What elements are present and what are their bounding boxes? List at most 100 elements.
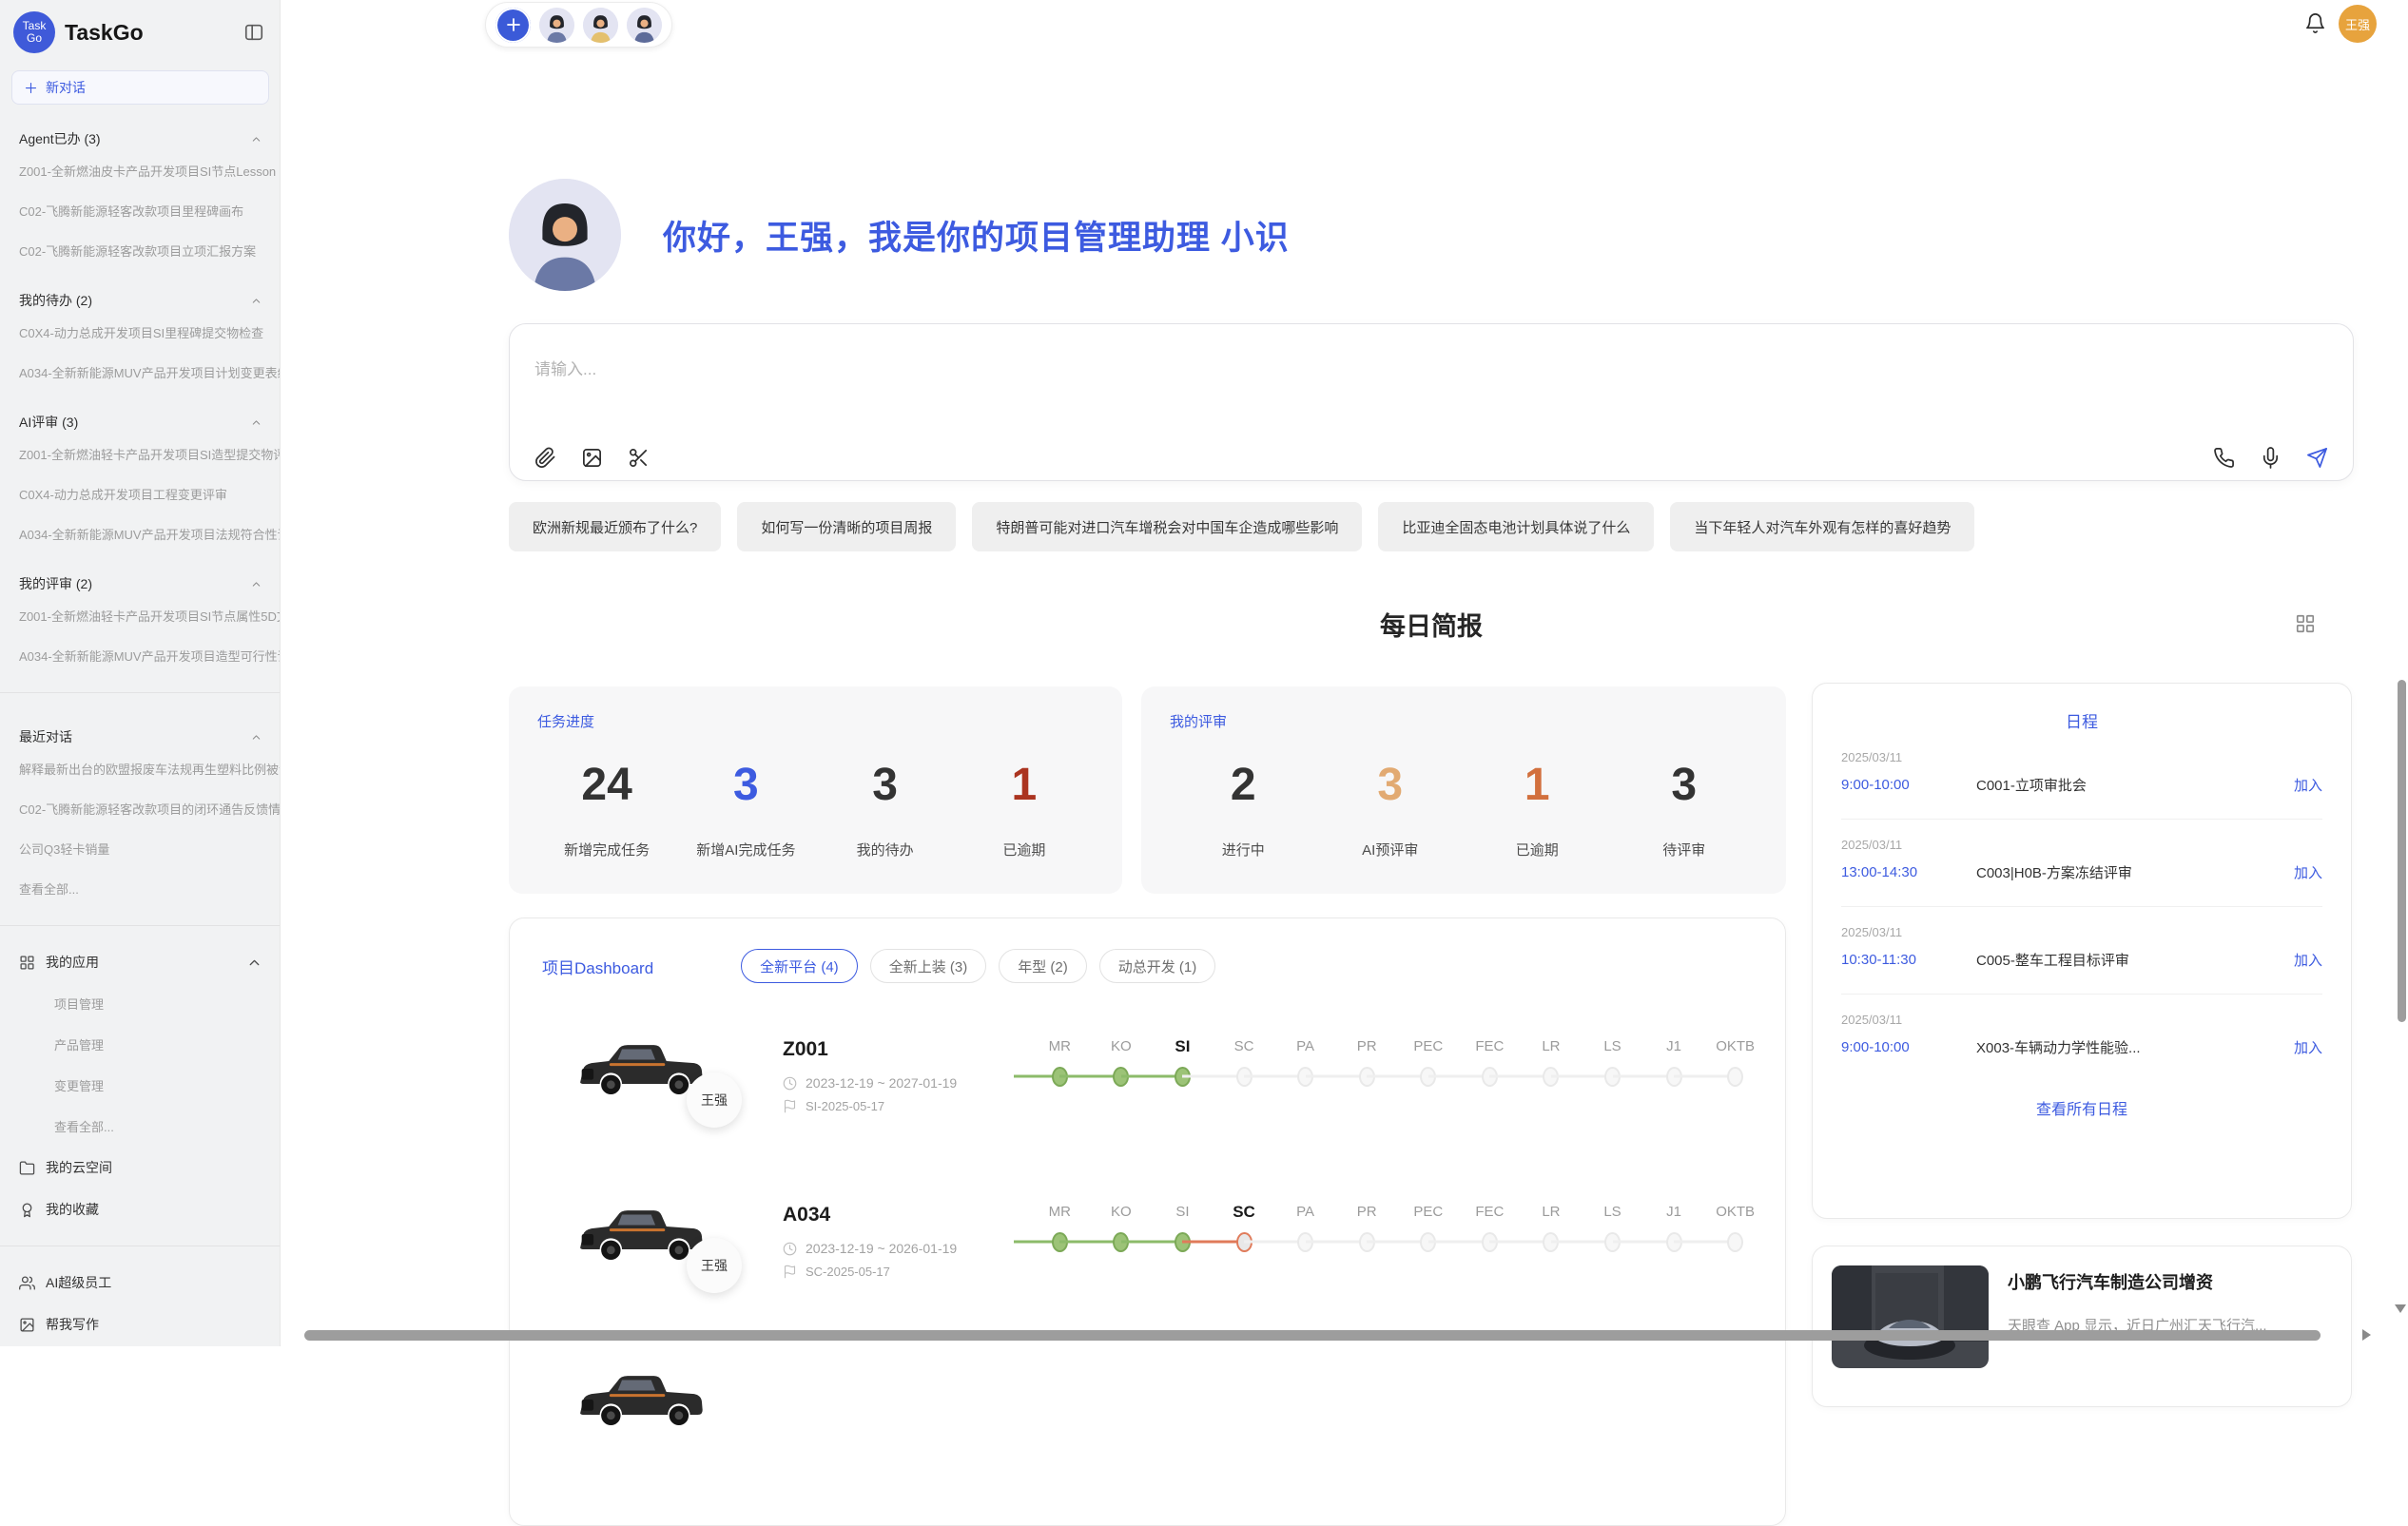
sidebar-item[interactable]: C02-飞腾新能源轻客改款项目立项汇报方案 xyxy=(0,232,280,272)
message-input[interactable] xyxy=(534,360,1676,379)
add-contact-button[interactable] xyxy=(495,8,531,43)
sidebar-section-header[interactable]: Agent已办 (3) xyxy=(0,110,280,152)
sidebar-sub-item[interactable]: 查看全部... xyxy=(0,1106,280,1147)
microphone-button[interactable] xyxy=(2260,447,2282,469)
new-chat-button[interactable]: 新对话 xyxy=(11,70,269,105)
sidebar-section-title: 我的评审 (2) xyxy=(19,574,92,593)
sidebar-item[interactable]: A034-全新新能源MUV产品开发项目造型可行性评审 xyxy=(0,637,280,677)
milestone-label: FEC xyxy=(1459,1200,1521,1225)
quick-access-bar xyxy=(485,2,672,48)
sidebar-item[interactable]: C02-飞腾新能源轻客改款项目里程碑画布 xyxy=(0,192,280,232)
plus-icon xyxy=(24,81,38,95)
milestone-label: PA xyxy=(1274,1200,1336,1225)
schedule-join-button[interactable]: 加入 xyxy=(2294,1037,2322,1057)
suggestion-chip[interactable]: 比亚迪全固态电池计划具体说了什么 xyxy=(1378,502,1654,551)
briefing-layout-button[interactable] xyxy=(2295,613,2316,634)
schedule-item: 2025/03/11 9:00-10:00 C001-立项审批会 加入 xyxy=(1841,732,2322,820)
screenshot-button[interactable] xyxy=(628,447,650,469)
grid-icon xyxy=(19,955,35,971)
suggestion-chip[interactable]: 欧洲新规最近颁布了什么? xyxy=(509,502,721,551)
panel-collapse-icon xyxy=(243,22,264,43)
message-composer xyxy=(509,323,2354,481)
voice-call-button[interactable] xyxy=(2213,447,2235,469)
milestone: MR xyxy=(1029,1034,1091,1093)
sidebar-sub-item[interactable]: 变更管理 xyxy=(0,1065,280,1106)
clock-icon xyxy=(783,1242,797,1256)
sidebar-item[interactable]: Z001-全新燃油轻卡产品开发项目SI节点属性5D文件评审 xyxy=(0,597,280,637)
sidebar-sub-item[interactable]: 项目管理 xyxy=(0,983,280,1024)
vertical-scrollbar[interactable] xyxy=(2398,680,2406,1022)
attach-image-button[interactable] xyxy=(581,447,603,469)
milestone: SI xyxy=(1152,1034,1214,1093)
attach-file-button[interactable] xyxy=(534,447,556,469)
dashboard-tab[interactable]: 动总开发 (1) xyxy=(1099,949,1216,983)
ai-super-staff-item[interactable]: AI超级员工 xyxy=(0,1262,280,1304)
project-name: A034 xyxy=(783,1204,957,1227)
dashboard-tab[interactable]: 全新平台 (4) xyxy=(741,949,858,983)
milestone-label: OKTB xyxy=(1704,1200,1766,1225)
daily-briefing-title: 每日简报 xyxy=(509,606,2354,643)
stat-value: 3 xyxy=(1611,744,1758,826)
app-title: TaskGo xyxy=(65,20,242,46)
sidebar-item[interactable]: C0X4-动力总成开发项目工程变更评审 xyxy=(0,475,280,515)
sidebar-item[interactable]: 公司Q3轻卡销量 xyxy=(0,830,280,870)
recent-section-title: 最近对话 xyxy=(19,727,72,746)
project-row-partial xyxy=(571,1356,1762,1506)
milestone-dot xyxy=(1727,1232,1743,1252)
milestone-label: SI xyxy=(1152,1200,1214,1225)
sidebar-section-header[interactable]: AI评审 (3) xyxy=(0,394,280,435)
horizontal-scrollbar[interactable] xyxy=(304,1330,2321,1341)
my-cloud-item[interactable]: 我的云空间 xyxy=(0,1147,280,1188)
suggestion-chip[interactable]: 当下年轻人对汽车外观有怎样的喜好趋势 xyxy=(1670,502,1974,551)
stat: 3 待评审 xyxy=(1611,744,1758,860)
send-button[interactable] xyxy=(2306,447,2328,469)
recent-section-header[interactable]: 最近对话 xyxy=(0,708,280,750)
help-me-write-item[interactable]: 帮我写作 xyxy=(0,1304,280,1345)
schedule-join-button[interactable]: 加入 xyxy=(2294,862,2322,882)
view-all-schedule-link[interactable]: 查看所有日程 xyxy=(2036,1096,2127,1119)
milestone-dot xyxy=(1727,1067,1743,1087)
schedule-join-button[interactable]: 加入 xyxy=(2294,950,2322,970)
sidebar-item[interactable]: Z001-全新燃油皮卡产品开发项目SI节点Lesson Learn报告 xyxy=(0,152,280,192)
scroll-right-arrow[interactable] xyxy=(2362,1329,2371,1341)
milestone-label: OKTB xyxy=(1704,1034,1766,1059)
schedule-item: 2025/03/11 10:30-11:30 C005-整车工程目标评审 加入 xyxy=(1841,907,2322,995)
news-card[interactable]: 小鹏飞行汽车制造公司增资 天眼查 App 显示，近日广州汇天飞行汽... xyxy=(1812,1246,2352,1407)
sidebar-item[interactable]: C0X4-动力总成开发项目SI里程碑提交物检查 xyxy=(0,314,280,354)
my-apps-header[interactable]: 我的应用 xyxy=(0,941,280,983)
dashboard-tab[interactable]: 全新上装 (3) xyxy=(870,949,987,983)
project-info: Z001 2023-12-19 ~ 2027-01-19 SI-2025-05-… xyxy=(783,1038,957,1113)
notifications-button[interactable] xyxy=(2304,12,2326,34)
schedule-join-button[interactable]: 加入 xyxy=(2294,775,2322,795)
my-favorites-item[interactable]: 我的收藏 xyxy=(0,1188,280,1230)
sidebar-collapse-button[interactable] xyxy=(242,20,266,45)
help-me-write-label: 帮我写作 xyxy=(46,1315,99,1334)
avatar[interactable] xyxy=(583,8,618,43)
sidebar-section: 我的评审 (2) Z001-全新燃油轻卡产品开发项目SI节点属性5D文件评审A0… xyxy=(0,555,280,677)
dashboard-tab[interactable]: 年型 (2) xyxy=(999,949,1087,983)
avatar[interactable] xyxy=(627,8,662,43)
user-avatar[interactable]: 王强 xyxy=(2339,5,2377,43)
sidebar-item[interactable]: A034-全新新能源MUV产品开发项目计划变更表编写 xyxy=(0,354,280,394)
milestone: PA xyxy=(1274,1034,1336,1093)
sidebar-section-recent: 最近对话 解释最新出台的欧盟报废车法规再生塑料比例被调至15%...C02-飞腾… xyxy=(0,708,280,910)
avatar[interactable] xyxy=(539,8,574,43)
phone-icon xyxy=(2213,447,2235,469)
sidebar-item[interactable]: 解释最新出台的欧盟报废车法规再生塑料比例被调至15%... xyxy=(0,750,280,790)
scroll-down-arrow[interactable] xyxy=(2395,1304,2406,1313)
sidebar-sub-item[interactable]: 产品管理 xyxy=(0,1024,280,1065)
sidebar-section-header[interactable]: 我的待办 (2) xyxy=(0,272,280,314)
sidebar-item[interactable]: 查看全部... xyxy=(0,870,280,910)
milestone-label: SI xyxy=(1152,1034,1214,1059)
project-row[interactable]: 王强 Z001 2023-12-19 ~ 2027-01-19 SI-2025-… xyxy=(571,1025,1762,1175)
sidebar-item[interactable]: Z001-全新燃油轻卡产品开发项目SI造型提交物评审 xyxy=(0,435,280,475)
suggestion-chip[interactable]: 特朗普可能对进口汽车增税会对中国车企造成哪些影响 xyxy=(972,502,1362,551)
suggestion-chip[interactable]: 如何写一份清晰的项目周报 xyxy=(737,502,956,551)
sidebar-section-header[interactable]: 我的评审 (2) xyxy=(0,555,280,597)
milestone: KO xyxy=(1091,1034,1153,1093)
project-row[interactable]: 王强 A034 2023-12-19 ~ 2026-01-19 SC-2025-… xyxy=(571,1190,1762,1341)
sidebar-item[interactable]: C02-飞腾新能源轻客改款项目的闭环通告反馈情况 xyxy=(0,790,280,830)
sidebar-item[interactable]: A034-全新新能源MUV产品开发项目法规符合性评审 xyxy=(0,515,280,555)
schedule-title: 日程 xyxy=(1841,708,2322,732)
stat-value: 24 xyxy=(537,744,676,826)
